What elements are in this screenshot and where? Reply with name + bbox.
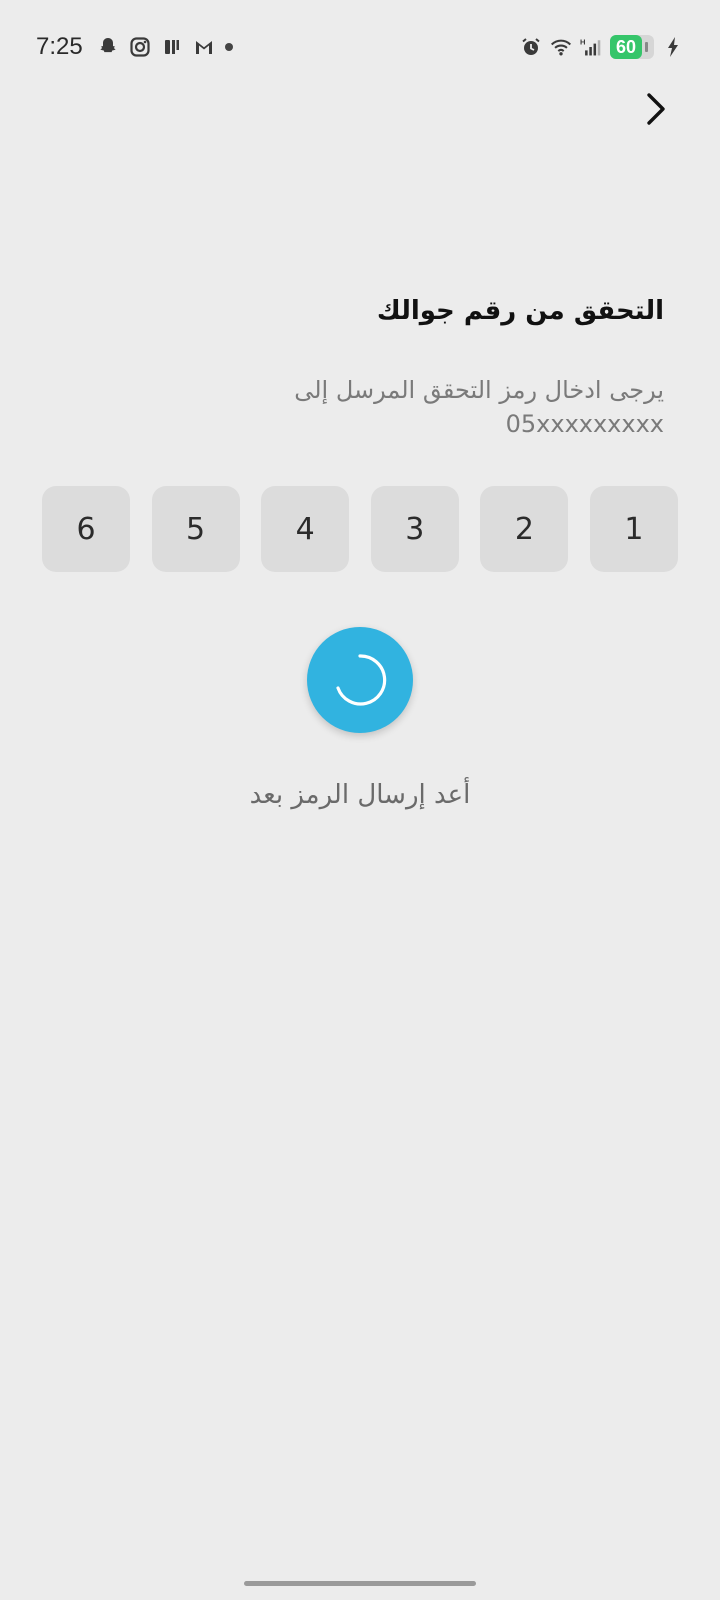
instruction-text: يرجى ادخال رمز التحقق المرسل إلى [294, 376, 664, 404]
wifi-icon [550, 36, 572, 58]
nfc-icon [161, 36, 183, 58]
phone-number: 05xxxxxxxxx [505, 410, 664, 438]
otp-digit-1[interactable]: 1 [589, 486, 678, 572]
resend-code-text: أعد إرسال الرمز بعد [249, 780, 471, 810]
dot-icon [224, 43, 233, 51]
page-title: التحقق من رقم جوالك [376, 296, 664, 326]
alarm-icon [520, 36, 542, 58]
otp-input-group: 1 2 3 4 5 6 [42, 486, 678, 572]
snapchat-icon [97, 36, 119, 58]
battery-tip [645, 42, 648, 52]
otp-digit-5[interactable]: 5 [151, 486, 240, 572]
status-bar-left: 7:25 [36, 33, 233, 61]
verification-screen: 7:25 H 60 التحقق من رقم جوالك يرجى ادخال… [0, 0, 720, 1600]
chevron-right-icon [647, 93, 665, 125]
battery-level: 60 [609, 35, 642, 59]
status-bar-right: H 60 [520, 35, 684, 59]
battery-icon: 60 [609, 35, 654, 59]
otp-digit-6[interactable]: 6 [42, 486, 130, 572]
otp-digit-3[interactable]: 3 [370, 486, 459, 572]
gesture-navigation-bar[interactable] [244, 1581, 476, 1586]
signal-icon: H [580, 36, 602, 58]
otp-digit-2[interactable]: 2 [480, 486, 569, 572]
back-button[interactable] [634, 86, 680, 132]
charging-icon [662, 36, 684, 58]
status-time: 7:25 [36, 33, 83, 60]
spinner-arc-icon [336, 654, 387, 706]
instagram-icon [129, 36, 151, 58]
gmail-icon [193, 36, 215, 58]
status-bar: 7:25 H 60 [0, 0, 720, 94]
otp-digit-4[interactable]: 4 [261, 486, 350, 572]
loading-spinner [307, 627, 413, 733]
svg-text:H: H [580, 37, 586, 46]
